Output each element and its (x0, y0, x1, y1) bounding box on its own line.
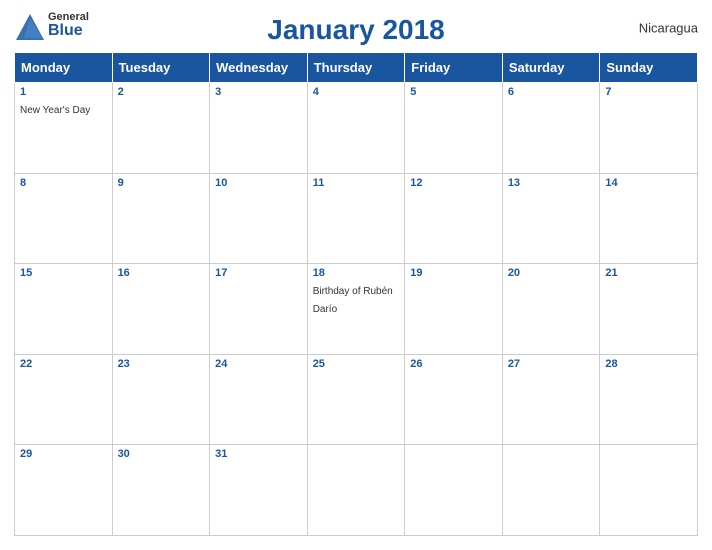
calendar-day-cell: 26 (405, 354, 503, 445)
day-number: 5 (410, 86, 497, 98)
day-number: 24 (215, 358, 302, 370)
calendar-week-row: 1 New Year's Day 234567 (15, 83, 698, 174)
calendar-day-cell: 8 (15, 173, 113, 264)
calendar-day-cell (307, 445, 405, 536)
day-number: 30 (118, 448, 205, 460)
day-number: 3 (215, 86, 302, 98)
calendar-day-cell: 13 (502, 173, 600, 264)
day-number: 9 (118, 177, 205, 189)
weekday-header-row: Monday Tuesday Wednesday Thursday Friday… (15, 53, 698, 83)
header-tuesday: Tuesday (112, 53, 210, 83)
calendar-day-cell: 27 (502, 354, 600, 445)
calendar-day-cell: 20 (502, 264, 600, 355)
calendar-day-cell: 9 (112, 173, 210, 264)
calendar-body: 1New Year's Day2345678910111213141516171… (15, 83, 698, 536)
calendar-day-cell: 16 (112, 264, 210, 355)
calendar-day-cell: 17 (210, 264, 308, 355)
calendar-week-row: 89 10 11 12 13 14 (15, 173, 698, 264)
calendar-day-cell: 21 (600, 264, 698, 355)
day-number: 18 (313, 267, 400, 279)
calendar-day-cell: 25 (307, 354, 405, 445)
holiday-label: New Year's Day (20, 105, 90, 116)
calendar-day-cell: 30 (112, 445, 210, 536)
day-number: 14 (605, 177, 692, 189)
calendar-day-cell: 2 (112, 83, 210, 174)
calendar-day-cell: 3 (210, 83, 308, 174)
calendar-table: Monday Tuesday Wednesday Thursday Friday… (14, 52, 698, 536)
day-number: 16 (118, 267, 205, 279)
calendar-week-row: 15 16 17 18 Birthday of Rubén Darío 19 20 21 (15, 264, 698, 355)
header-sunday: Sunday (600, 53, 698, 83)
calendar-day-cell: 6 (502, 83, 600, 174)
day-number: 10 (215, 177, 302, 189)
calendar-day-cell: 15 (15, 264, 113, 355)
header-wednesday: Wednesday (210, 53, 308, 83)
logo-blue: Blue (48, 23, 89, 39)
day-number: 12 (410, 177, 497, 189)
logo-text: General Blue (48, 12, 89, 39)
header-saturday: Saturday (502, 53, 600, 83)
calendar-day-cell: 4 (307, 83, 405, 174)
calendar-day-cell: 24 (210, 354, 308, 445)
calendar-day-cell: 29 (15, 445, 113, 536)
day-number: 22 (20, 358, 107, 370)
calendar-week-row: 22 23 24 25 26 27 28 (15, 354, 698, 445)
calendar-day-cell: 18 Birthday of Rubén Darío (307, 264, 405, 355)
day-number: 20 (508, 267, 595, 279)
calendar-day-cell: 14 (600, 173, 698, 264)
header-monday: Monday (15, 53, 113, 83)
day-number: 1 (20, 86, 107, 98)
calendar-title: January 2018 (267, 14, 444, 46)
day-number: 27 (508, 358, 595, 370)
day-number: 13 (508, 177, 595, 189)
day-number: 19 (410, 267, 497, 279)
day-number: 23 (118, 358, 205, 370)
day-number: 11 (313, 177, 400, 189)
country-label: Nicaragua (639, 21, 698, 36)
holiday-label: Birthday of Rubén Darío (313, 286, 393, 315)
day-number: 26 (410, 358, 497, 370)
day-number: 29 (20, 448, 107, 460)
calendar-day-cell: 28 (600, 354, 698, 445)
calendar-header: General Blue January 2018 Nicaragua (14, 10, 698, 46)
calendar-day-cell: 10 (210, 173, 308, 264)
day-number: 4 (313, 86, 400, 98)
calendar-wrapper: General Blue January 2018 Nicaragua Mond… (0, 0, 712, 550)
day-number: 31 (215, 448, 302, 460)
calendar-week-row: 29 30 31 (15, 445, 698, 536)
calendar-day-cell: 12 (405, 173, 503, 264)
calendar-day-cell: 23 (112, 354, 210, 445)
day-number: 21 (605, 267, 692, 279)
header-friday: Friday (405, 53, 503, 83)
calendar-day-cell: 31 (210, 445, 308, 536)
day-number: 8 (20, 177, 107, 189)
calendar-day-cell: 7 (600, 83, 698, 174)
calendar-day-cell (405, 445, 503, 536)
day-number: 17 (215, 267, 302, 279)
logo-icon (14, 12, 46, 44)
logo: General Blue (14, 12, 89, 44)
calendar-day-cell: 5 (405, 83, 503, 174)
calendar-day-cell (600, 445, 698, 536)
header-thursday: Thursday (307, 53, 405, 83)
calendar-day-cell: 22 (15, 354, 113, 445)
calendar-day-cell (502, 445, 600, 536)
calendar-day-cell: 11 (307, 173, 405, 264)
day-number: 28 (605, 358, 692, 370)
day-number: 25 (313, 358, 400, 370)
day-number: 7 (605, 86, 692, 98)
day-number: 15 (20, 267, 107, 279)
day-number: 6 (508, 86, 595, 98)
calendar-day-cell: 1 New Year's Day (15, 83, 113, 174)
calendar-day-cell: 19 (405, 264, 503, 355)
day-number: 2 (118, 86, 205, 98)
